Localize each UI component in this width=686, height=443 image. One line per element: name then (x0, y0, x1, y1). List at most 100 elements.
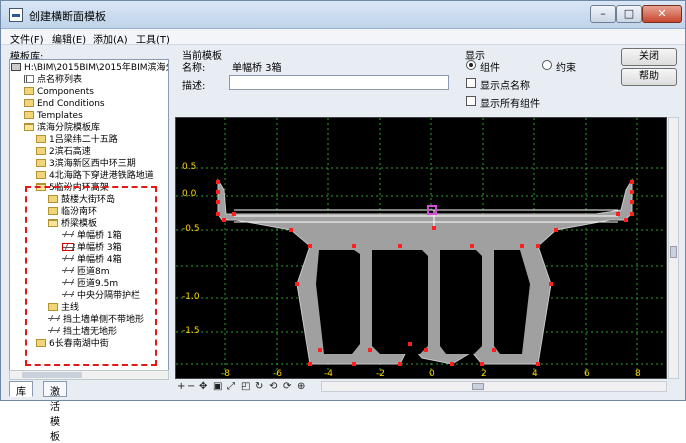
tree-item[interactable]: 2滨石高速 (36, 146, 91, 158)
zoom-in-icon[interactable]: + (177, 381, 185, 392)
tree-item[interactable]: 滨海分院模板库 (24, 122, 100, 134)
template-library-tree[interactable]: H:\BIM\2015BIM\2015年BIM滨海分院 点名称列表 Compon… (9, 59, 169, 371)
show-all-components-label: 显示所有组件 (480, 99, 540, 110)
redo-icon[interactable]: ⟳ (283, 381, 291, 392)
close-window-button[interactable]: ✕ (642, 5, 682, 23)
scroll-thumb[interactable] (22, 372, 82, 378)
tree-item[interactable]: Components (24, 86, 94, 98)
x-tick-label: 6 (584, 369, 590, 378)
tree-item[interactable]: 匝道9.5m (62, 278, 118, 290)
tab-library[interactable]: 库 (9, 381, 33, 398)
minimize-icon: – (600, 7, 606, 20)
canvas-horizontal-scrollbar[interactable] (321, 381, 667, 392)
tree-item[interactable]: H:\BIM\2015BIM\2015年BIM滨海分院 (11, 62, 168, 74)
folder-icon (36, 147, 46, 155)
y-tick-label: -1.0 (182, 292, 200, 302)
template-icon (62, 279, 74, 287)
tree-item[interactable]: 1吕梁纬二十五路 (36, 134, 118, 146)
pan-icon[interactable]: ✥ (199, 381, 207, 392)
menu-file[interactable]: 文件(F) (10, 31, 44, 46)
y-tick-label: -0.5 (182, 224, 200, 234)
section-drawing: 0.5 -0.5 -1.0 -1.5 0.0 -8 -6 -4 -2 0 2 4… (176, 118, 666, 378)
dialog-window: 创建横断面模板 – □ ✕ 文件(F) 编辑(E) 添加(A) 工具(T) 模板… (0, 0, 686, 443)
tree-item[interactable]: 6长春南湖中街 (36, 338, 109, 350)
name-label: 名称: (182, 63, 206, 74)
canvas-vertical-scrollbar[interactable] (668, 117, 679, 379)
refresh-icon[interactable]: ↻ (255, 381, 263, 392)
components-radio-label: 组件 (480, 63, 500, 74)
tree-item[interactable]: 桥梁模板 (48, 218, 97, 230)
menu-edit[interactable]: 编辑(E) (52, 31, 86, 46)
list-icon (24, 75, 34, 83)
folder-icon (36, 135, 46, 143)
scroll-thumb[interactable] (472, 383, 484, 390)
tree-item[interactable]: 3滨海新区西中环三期 (36, 158, 136, 170)
tree-item[interactable]: 单幅桥 1箱 (62, 230, 122, 242)
zoom-extents-icon[interactable]: ◰ (241, 381, 250, 392)
template-icon (62, 267, 74, 275)
template-preview-canvas[interactable]: 0.5 -0.5 -1.0 -1.5 0.0 -8 -6 -4 -2 0 2 4… (175, 117, 667, 379)
tree-item[interactable]: End Conditions (24, 98, 105, 110)
help-button[interactable]: 帮助 (621, 68, 677, 86)
x-tick-label: 4 (532, 369, 538, 378)
constraints-radio-label: 约束 (556, 63, 576, 74)
zoom-window-icon[interactable]: ▣ (213, 381, 222, 392)
close-button[interactable]: 关闭 (621, 48, 677, 66)
tree-item[interactable]: 5临汾内环高架 (36, 182, 109, 194)
minimize-button[interactable]: – (590, 5, 616, 23)
description-field[interactable] (229, 75, 449, 90)
show-all-components-checkbox[interactable] (466, 96, 476, 106)
components-radio[interactable] (466, 60, 476, 70)
y-tick-label: -1.5 (182, 326, 200, 336)
box-cells (316, 250, 530, 354)
folder-icon (36, 171, 46, 179)
template-icon (48, 327, 60, 335)
tree-horizontal-scrollbar[interactable] (9, 370, 169, 380)
scroll-thumb[interactable] (670, 246, 677, 258)
fit-view-icon[interactable]: ⤢ (227, 381, 235, 392)
x-tick-label: 2 (481, 369, 487, 378)
tree-item[interactable]: 临汾南环 (48, 206, 97, 218)
x-tick-label: -6 (273, 369, 282, 378)
tab-active-template[interactable]: 激活模板 (43, 381, 67, 443)
x-tick-label: -2 (376, 369, 385, 378)
point-icon[interactable]: ⊕ (297, 381, 305, 392)
folder-icon (48, 303, 58, 311)
tree-item[interactable]: 中央分隔带护栏 (62, 290, 140, 302)
tree-item[interactable]: 点名称列表 (24, 74, 82, 86)
tree-item[interactable]: 主线 (48, 302, 79, 314)
menu-add[interactable]: 添加(A) (93, 31, 128, 46)
show-point-names-label: 显示点名称 (480, 81, 530, 92)
tree-item[interactable]: 鼓楼大街环岛 (48, 194, 115, 206)
template-icon (62, 291, 74, 299)
template-icon (62, 255, 74, 263)
app-icon (9, 8, 23, 22)
window-title: 创建横断面模板 (29, 10, 106, 23)
x-tick-label: 8 (635, 369, 641, 378)
folder-icon (48, 195, 58, 203)
tree-item[interactable]: 挡土墙单侧不带地形 (48, 314, 144, 326)
tree-item[interactable]: 4北海路下穿进港铁路地道 (36, 170, 154, 182)
menu-tools[interactable]: 工具(T) (136, 31, 170, 46)
tree-item[interactable]: 匝道8m (62, 266, 110, 278)
template-icon (62, 231, 74, 239)
tree-item-selected[interactable]: 单幅桥 3箱 (62, 242, 122, 254)
tree-item[interactable]: 单幅桥 4箱 (62, 254, 122, 266)
maximize-button[interactable]: □ (616, 5, 642, 23)
drive-icon (11, 63, 21, 71)
tree-item[interactable]: 挡土墙无地形 (48, 326, 117, 338)
show-point-names-checkbox[interactable] (466, 78, 476, 88)
template-icon (62, 243, 75, 251)
folder-icon (48, 207, 58, 215)
folder-open-icon (48, 219, 58, 227)
close-icon: ✕ (657, 7, 667, 20)
tree-item[interactable]: Templates (24, 110, 83, 122)
zoom-out-icon[interactable]: − (187, 381, 195, 392)
menu-bar: 文件(F) 编辑(E) 添加(A) 工具(T) (1, 29, 685, 46)
undo-icon[interactable]: ⟲ (269, 381, 277, 392)
description-label: 描述: (182, 81, 206, 92)
y-tick-label: 0.5 (182, 162, 196, 172)
folder-open-icon (24, 123, 34, 131)
constraints-radio[interactable] (542, 60, 552, 70)
maximize-icon: □ (623, 7, 635, 20)
